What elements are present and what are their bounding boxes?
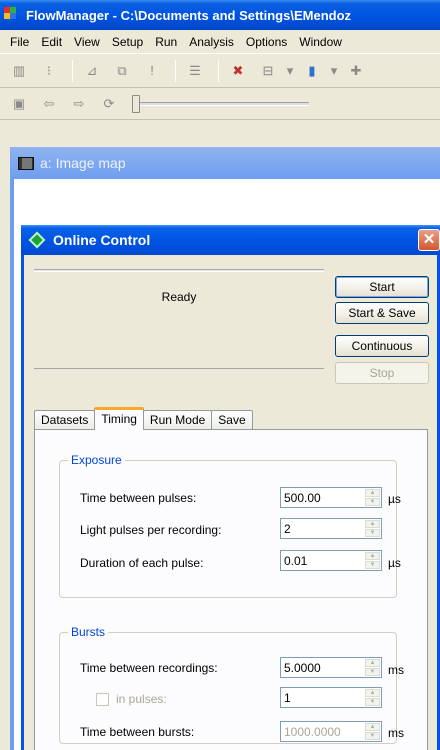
toolbar-separator <box>72 59 73 82</box>
tab-timing[interactable]: Timing <box>94 407 144 430</box>
continuous-button[interactable]: Continuous <box>335 335 429 357</box>
delete-dataset-icon[interactable]: ✖ <box>225 59 251 83</box>
close-button[interactable]: ✕ <box>418 229 440 251</box>
arrow-left-icon[interactable]: ⇦ <box>36 92 62 116</box>
tab-datasets[interactable]: Datasets <box>34 410 96 430</box>
menu-bar: File Edit View Setup Run Analysis Option… <box>0 30 440 54</box>
chevron-down-icon[interactable]: ▾ <box>285 59 295 83</box>
in-pulses-checkbox[interactable] <box>96 693 109 706</box>
film-icon[interactable]: ▣ <box>6 92 32 116</box>
status-text: Ready <box>161 290 197 304</box>
time-between-pulses-input[interactable]: 500.00 ▲ ▼ <box>280 487 382 508</box>
spin-buttons[interactable]: ▲ ▼ <box>365 659 380 676</box>
bursts-legend: Bursts <box>68 625 109 639</box>
status-panel: Ready <box>34 269 324 369</box>
stop-button[interactable]: Stop <box>335 362 429 384</box>
menu-options[interactable]: Options <box>240 35 293 49</box>
time-between-recordings-label: Time between recordings: <box>80 661 218 675</box>
exposure-legend: Exposure <box>68 453 125 467</box>
pulse-duration-value: 0.01 <box>284 554 308 568</box>
main-toolbar: ▥ ⁝ ⊿ ⧉ ! ☰ ✖ ⊟ ▾ ▮ ▾ ✚ <box>0 54 440 88</box>
time-between-pulses-unit: µs <box>388 492 401 506</box>
bursts-group: Bursts Time between recordings: 5.0000 ▲… <box>59 625 404 744</box>
spin-buttons[interactable]: ▲ ▼ <box>365 552 380 569</box>
time-between-bursts-input[interactable]: 1000.0000 ▲ ▼ <box>280 721 382 742</box>
time-between-recordings-value: 5.0000 <box>284 661 321 675</box>
light-pulses-input[interactable]: 2 ▲ ▼ <box>280 518 382 539</box>
exposure-group: Exposure Time between pulses: 500.00 ▲ ▼ … <box>59 453 401 598</box>
light-pulses-value: 2 <box>284 522 291 536</box>
light-pulses-label: Light pulses per recording: <box>80 523 222 537</box>
timing-panel: Exposure Time between pulses: 500.00 ▲ ▼ … <box>34 429 428 750</box>
time-between-bursts-unit: ms <box>388 726 404 740</box>
tab-strip: Datasets Timing Run Mode Save <box>34 407 253 430</box>
time-between-pulses-label: Time between pulses: <box>80 491 197 505</box>
tab-run-mode[interactable]: Run Mode <box>142 410 213 430</box>
menu-file[interactable]: File <box>4 35 35 49</box>
time-between-bursts-value: 1000.0000 <box>284 725 341 739</box>
start-button[interactable]: Start <box>335 276 429 298</box>
pulse-duration-unit: µs <box>388 556 401 570</box>
menu-window[interactable]: Window <box>293 35 348 49</box>
dataset-icon[interactable]: ⊟ <box>255 59 281 83</box>
alert-icon[interactable]: ! <box>139 59 165 83</box>
menu-setup[interactable]: Setup <box>106 35 149 49</box>
frame-slider[interactable] <box>132 94 309 113</box>
image-map-title: a: Image map <box>40 155 126 171</box>
app-title: FlowManager - C:\Documents and Settings\… <box>26 7 352 23</box>
arrow-right-icon[interactable]: ⇨ <box>66 92 92 116</box>
pulse-duration-input[interactable]: 0.01 ▲ ▼ <box>280 550 382 571</box>
slider-thumb[interactable] <box>132 94 140 113</box>
toolbar-separator <box>175 59 176 82</box>
playback-toolbar: ▣ ⇦ ⇨ ⟳ <box>0 88 440 120</box>
spin-buttons[interactable]: ▲ ▼ <box>365 689 380 706</box>
chevron-down-icon[interactable]: ▾ <box>329 59 339 83</box>
target-icon[interactable]: ✚ <box>343 59 369 83</box>
dialog-title: Online Control <box>53 232 151 248</box>
spin-buttons[interactable]: ▲ ▼ <box>365 520 380 537</box>
dialog-titlebar[interactable]: Online Control ✕ <box>21 225 440 255</box>
in-pulses-label: in pulses: <box>116 692 167 706</box>
menu-run[interactable]: Run <box>149 35 183 49</box>
film-icon <box>18 156 34 170</box>
in-pulses-input[interactable]: 1 ▲ ▼ <box>280 687 382 708</box>
refresh-icon[interactable]: ⟳ <box>96 92 122 116</box>
pulse-duration-label: Duration of each pulse: <box>80 556 204 570</box>
time-between-recordings-unit: ms <box>388 663 404 677</box>
online-control-icon <box>28 231 46 249</box>
app-icon <box>4 7 22 23</box>
app-titlebar[interactable]: FlowManager - C:\Documents and Settings\… <box>0 0 440 30</box>
laser-icon[interactable]: ⊿ <box>79 59 105 83</box>
time-between-bursts-label: Time between bursts: <box>80 725 195 739</box>
list-icon[interactable]: ☰ <box>182 59 208 83</box>
in-pulses-value: 1 <box>284 691 291 705</box>
tab-save[interactable]: Save <box>211 410 253 430</box>
menu-view[interactable]: View <box>68 35 106 49</box>
menu-analysis[interactable]: Analysis <box>183 35 240 49</box>
spin-buttons[interactable]: ▲ ▼ <box>365 489 380 506</box>
colormap-icon[interactable]: ▮ <box>299 59 325 83</box>
time-between-pulses-value: 500.00 <box>284 491 321 505</box>
start-save-button[interactable]: Start & Save <box>335 302 429 324</box>
dialog-body: Ready Start Start & Save Continuous Stop… <box>24 255 437 750</box>
camera-icon[interactable]: ▥ <box>6 59 32 83</box>
toolbar-separator <box>218 59 219 82</box>
image-map-titlebar[interactable]: a: Image map <box>10 147 440 179</box>
spin-buttons[interactable]: ▲ ▼ <box>365 723 380 740</box>
frames-icon[interactable]: ⧉ <box>109 59 135 83</box>
online-control-dialog: Online Control ✕ Ready Start Start & Sav… <box>21 225 440 750</box>
sensor-icon[interactable]: ⁝ <box>36 59 62 83</box>
menu-edit[interactable]: Edit <box>35 35 68 49</box>
time-between-recordings-input[interactable]: 5.0000 ▲ ▼ <box>280 657 382 678</box>
